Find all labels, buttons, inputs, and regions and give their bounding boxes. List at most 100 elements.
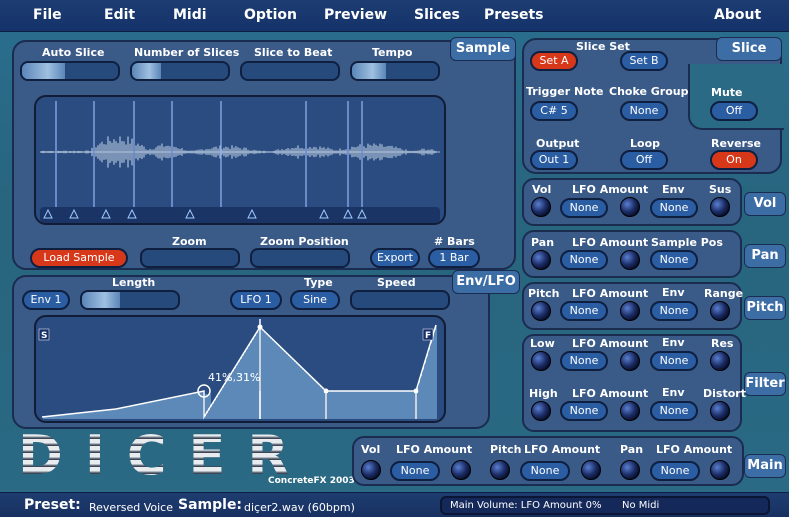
filter-env-button-1[interactable]: None xyxy=(650,351,698,371)
vol-tab[interactable]: Vol xyxy=(744,192,786,216)
zoom-label: Zoom xyxy=(172,235,207,248)
preset-label: Preset: xyxy=(24,497,81,513)
env-end-marker[interactable]: F xyxy=(425,331,431,341)
menu-file[interactable]: File xyxy=(33,7,62,23)
filter-lfo-button-1[interactable]: None xyxy=(560,351,608,371)
length-slider[interactable] xyxy=(80,290,180,310)
pan-knob[interactable] xyxy=(531,250,551,270)
status-info: Main Volume: LFO Amount 0% xyxy=(450,500,602,511)
main-lfo-button-1[interactable]: None xyxy=(390,461,440,481)
vol-lfo-knob[interactable] xyxy=(620,197,640,217)
main-lfo-amount-label-3: LFO Amount xyxy=(656,443,733,456)
sample-value[interactable]: diçer2.wav (60bpm) xyxy=(244,501,355,514)
vol-knob[interactable] xyxy=(531,197,551,217)
loop-button[interactable]: Off xyxy=(620,150,668,170)
menu-presets[interactable]: Presets xyxy=(484,7,544,23)
waveform-display[interactable] xyxy=(34,95,446,225)
menu-edit[interactable]: Edit xyxy=(104,7,135,23)
filter-tab[interactable]: Filter xyxy=(744,372,786,396)
vol-lfo-button[interactable]: None xyxy=(560,198,608,218)
pan-lfo-knob[interactable] xyxy=(620,250,640,270)
lfo-select-button[interactable]: LFO 1 xyxy=(230,290,282,310)
pitch-env-label: Env xyxy=(662,286,685,299)
menu-preview[interactable]: Preview xyxy=(324,7,387,23)
main-lfo-button-3[interactable]: None xyxy=(650,461,700,481)
sus-knob[interactable] xyxy=(710,197,730,217)
export-button[interactable]: Export xyxy=(370,248,420,268)
distort-knob[interactable] xyxy=(710,401,730,421)
res-knob[interactable] xyxy=(710,351,730,371)
type-button[interactable]: Sine xyxy=(290,290,340,310)
pan-lfo-button[interactable]: None xyxy=(560,250,608,270)
menu-slices[interactable]: Slices xyxy=(414,7,460,23)
pan-lfo-amount-label: LFO Amount xyxy=(572,236,649,249)
pitch-label: Pitch xyxy=(528,287,560,300)
filter-lfo-button-2[interactable]: None xyxy=(560,401,608,421)
main-pan-knob[interactable] xyxy=(620,460,640,480)
menu-option[interactable]: Option xyxy=(244,7,297,23)
sample-pos-button[interactable]: None xyxy=(650,250,698,270)
tempo-slider[interactable] xyxy=(350,61,440,81)
low-knob[interactable] xyxy=(531,351,551,371)
main-tab[interactable]: Main xyxy=(744,454,786,478)
filter-lfo-amount-label-1: LFO Amount xyxy=(572,337,649,350)
main-pitch-knob[interactable] xyxy=(490,460,510,480)
filter-env-button-2[interactable]: None xyxy=(650,401,698,421)
menu-midi[interactable]: Midi xyxy=(173,7,207,23)
range-knob[interactable] xyxy=(710,301,730,321)
zoom-slider[interactable] xyxy=(140,248,240,268)
sus-label: Sus xyxy=(709,183,732,196)
vol-env-button[interactable]: None xyxy=(650,198,698,218)
pan-tab[interactable]: Pan xyxy=(744,244,786,268)
main-vol-knob[interactable] xyxy=(361,460,381,480)
env-start-marker[interactable]: S xyxy=(41,331,47,341)
main-lfo-knob-1[interactable] xyxy=(451,460,471,480)
mute-button[interactable]: Off xyxy=(710,101,758,121)
speed-slider[interactable] xyxy=(350,290,450,310)
sample-label: Sample: xyxy=(178,497,243,513)
bars-button[interactable]: 1 Bar xyxy=(428,248,480,268)
main-lfo-knob-3[interactable] xyxy=(710,460,730,480)
main-vol-label: Vol xyxy=(361,443,381,456)
set-a-button[interactable]: Set A xyxy=(530,51,578,71)
menu-about[interactable]: About xyxy=(714,7,761,23)
res-label: Res xyxy=(711,337,734,350)
main-lfo-amount-label-1: LFO Amount xyxy=(396,443,473,456)
slice-to-beat-slider[interactable] xyxy=(240,61,340,81)
load-sample-button[interactable]: Load Sample xyxy=(30,248,128,268)
env-select-button[interactable]: Env 1 xyxy=(22,290,70,310)
slice-set-label: Slice Set xyxy=(576,40,630,53)
pitch-env-button[interactable]: None xyxy=(650,301,698,321)
pitch-tab[interactable]: Pitch xyxy=(744,296,786,320)
pitch-lfo-button[interactable]: None xyxy=(560,301,608,321)
filter-lfo-knob-2[interactable] xyxy=(620,401,640,421)
reverse-button[interactable]: On xyxy=(710,150,758,170)
preset-value[interactable]: Reversed Voice xyxy=(89,501,173,514)
main-lfo-button-2[interactable]: None xyxy=(520,461,570,481)
main-lfo-knob-2[interactable] xyxy=(581,460,601,480)
envlfo-tab[interactable]: Env/LFO xyxy=(452,270,520,294)
number-of-slices-slider[interactable] xyxy=(130,61,230,81)
distort-label: Distort xyxy=(703,387,746,400)
choke-group-button[interactable]: None xyxy=(620,101,668,121)
sample-pos-label: Sample Pos xyxy=(651,236,723,249)
set-b-button[interactable]: Set B xyxy=(620,51,668,71)
filter-lfo-amount-label-2: LFO Amount xyxy=(572,387,649,400)
filter-lfo-knob-1[interactable] xyxy=(620,351,640,371)
slice-to-beat-label: Slice to Beat xyxy=(254,46,333,59)
slice-tab[interactable]: Slice xyxy=(716,37,782,61)
logo-title: DICER xyxy=(18,429,328,483)
pitch-lfo-knob[interactable] xyxy=(620,301,640,321)
high-knob[interactable] xyxy=(531,401,551,421)
envelope-graphic: S F 41%,31% xyxy=(38,319,437,420)
output-button[interactable]: Out 1 xyxy=(530,150,578,170)
filter-env-label-2: Env xyxy=(662,386,685,399)
loop-label: Loop xyxy=(630,137,660,150)
number-of-slices-label: Number of Slices xyxy=(134,46,240,59)
sample-tab[interactable]: Sample xyxy=(450,37,516,61)
pitch-knob[interactable] xyxy=(531,301,551,321)
envelope-display[interactable]: S F 41%,31% xyxy=(34,315,446,423)
zoom-position-slider[interactable] xyxy=(250,248,350,268)
auto-slice-slider[interactable] xyxy=(20,61,120,81)
trigger-note-button[interactable]: C# 5 xyxy=(530,101,578,121)
